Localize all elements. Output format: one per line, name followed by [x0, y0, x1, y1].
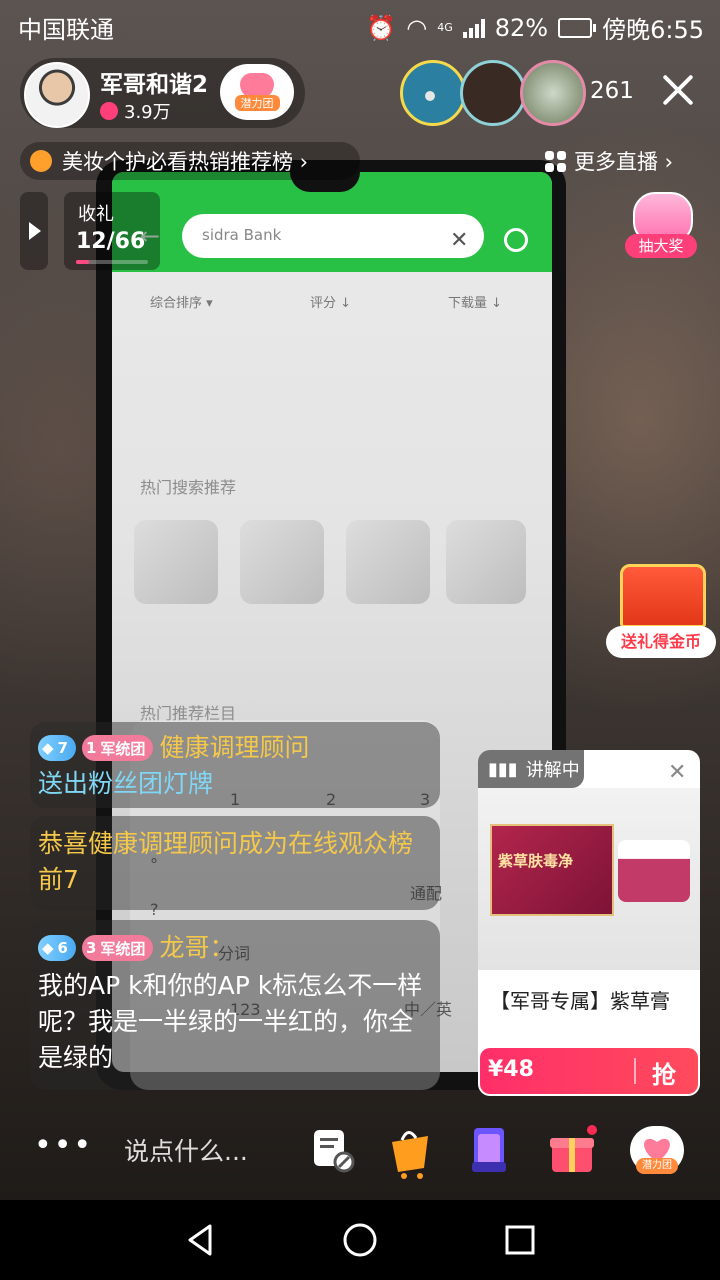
product-price: ¥48: [488, 1057, 534, 1082]
fan-club-level: 1: [85, 739, 97, 757]
battery-icon: [558, 17, 597, 38]
recents-icon[interactable]: [504, 1224, 536, 1256]
rank-banner-label: 美妆个护必看热销推荐榜 ›: [62, 150, 309, 174]
carrier-label: 中国联通: [18, 16, 114, 44]
product-box-label: 紫草肤毒净: [498, 852, 574, 870]
gift-box-icon[interactable]: [544, 1122, 600, 1178]
video-section-title: 热门搜索推荐: [140, 478, 237, 497]
fan-club-button[interactable]: 潜力团: [626, 1122, 688, 1178]
alarm-icon: ⏰: [366, 13, 397, 42]
fan-club-level: 3: [85, 939, 97, 957]
rank-banner[interactable]: 美妆个护必看热销推荐榜 ›: [20, 142, 360, 180]
comment-meta: ◆ 6 3 军统团 龙哥：: [38, 930, 234, 966]
grid-icon: [545, 150, 566, 172]
viewer-avatar[interactable]: [460, 60, 526, 126]
battery-percent: 82%: [494, 13, 549, 42]
host-name: 军哥和谐2: [100, 72, 209, 98]
video-clear-icon: ✕: [450, 228, 469, 253]
video-app-thumb: [134, 520, 218, 604]
video-sort-tab: 下载量 ↓: [448, 296, 503, 311]
comment-user[interactable]: 龙哥：: [159, 930, 234, 966]
user-level-badge: ◆ 7: [38, 735, 76, 761]
viewer-avatar[interactable]: [400, 60, 466, 126]
close-icon[interactable]: ✕: [668, 760, 686, 785]
comment-meta: ◆ 7 1 军统团 健康调理顾问: [38, 730, 309, 766]
video-sort-tab: 综合排序 ▾: [150, 296, 213, 311]
host-likes-count: 3.9万: [124, 102, 171, 123]
video-app-thumb: [346, 520, 430, 604]
viewer-avatar[interactable]: [520, 60, 586, 126]
fan-club-name: 军统团: [100, 739, 146, 758]
fan-club-badge: 3 军统团: [81, 935, 154, 961]
lottery-label: 抽大奖: [625, 234, 697, 258]
follow-badge-label: 潜力团: [234, 95, 280, 111]
gift-progress-fill: [76, 260, 89, 264]
clock: 傍晚6:55: [602, 16, 704, 44]
lottery-button[interactable]: 抽大奖: [625, 192, 697, 268]
comment-settings-icon[interactable]: [306, 1122, 362, 1178]
bars-icon: ▮▮▮: [488, 758, 518, 780]
wifi-icon: ◠: [406, 13, 428, 42]
video-search-text: sidra Bank: [202, 226, 282, 244]
signal-icon: [462, 18, 485, 38]
video-app-thumb: [240, 520, 324, 604]
follow-badge-button[interactable]: 潜力团: [220, 64, 294, 120]
grab-button[interactable]: 抢: [652, 1055, 676, 1090]
user-level: 6: [57, 939, 68, 957]
fan-club-badge: 1 军统团: [81, 735, 154, 761]
viewer-count[interactable]: 261: [590, 78, 634, 104]
more-options-button[interactable]: •••: [34, 1128, 93, 1163]
user-level-badge: ◆ 6: [38, 935, 76, 961]
buy-divider: [634, 1058, 636, 1084]
system-message: 恭喜健康调理顾问成为在线观众榜前7: [38, 829, 414, 894]
comment-user[interactable]: 健康调理顾问: [159, 730, 309, 766]
product-title[interactable]: 【军哥专属】紫草膏: [490, 985, 670, 1014]
host-likes: 3.9万: [100, 98, 171, 124]
explaining-tag: ▮▮▮ 讲解中: [478, 750, 584, 788]
gift-counter-count: 12/66: [76, 229, 146, 254]
product-jar-image: [618, 840, 690, 902]
expand-arrow-icon[interactable]: [20, 192, 48, 270]
explaining-label: 讲解中: [525, 760, 580, 781]
back-icon[interactable]: [184, 1222, 216, 1258]
crown-icon: [30, 150, 52, 172]
home-icon[interactable]: [342, 1222, 378, 1258]
treasure-chest-icon: [620, 564, 706, 628]
comment-input[interactable]: 说点什么...: [124, 1132, 248, 1168]
user-level: 7: [57, 739, 68, 757]
heart-icon: [100, 102, 118, 120]
comment-text: 送出粉丝团灯牌: [38, 769, 214, 798]
video-search-icon: [504, 228, 528, 252]
fan-club-label: 潜力团: [636, 1158, 678, 1174]
treasure-label: 送礼得金币: [606, 626, 716, 658]
more-live-button[interactable]: 更多直播 ›: [545, 146, 673, 176]
gift-card-icon[interactable]: [462, 1122, 518, 1178]
comment-text: 我的AP k和你的AP k标怎么不一样呢？我是一半绿的一半红的，你全是绿的: [38, 971, 423, 1072]
status-bar: 中国联通 ⏰ ◠ 4G 82% 傍晚6:55: [0, 0, 720, 50]
fan-club-name: 军统团: [100, 939, 146, 958]
more-live-label: 更多直播 ›: [574, 150, 674, 174]
close-icon[interactable]: [658, 70, 698, 110]
shopping-bag-icon[interactable]: [380, 1122, 436, 1179]
video-app-thumb: [446, 520, 526, 604]
network-type: 4G: [437, 21, 453, 34]
gift-counter-label: 收礼: [78, 204, 114, 225]
video-sort-tab: 评分 ↓: [310, 296, 352, 311]
treasure-chest-button[interactable]: 送礼得金币: [606, 560, 716, 664]
host-avatar[interactable]: [24, 62, 90, 128]
